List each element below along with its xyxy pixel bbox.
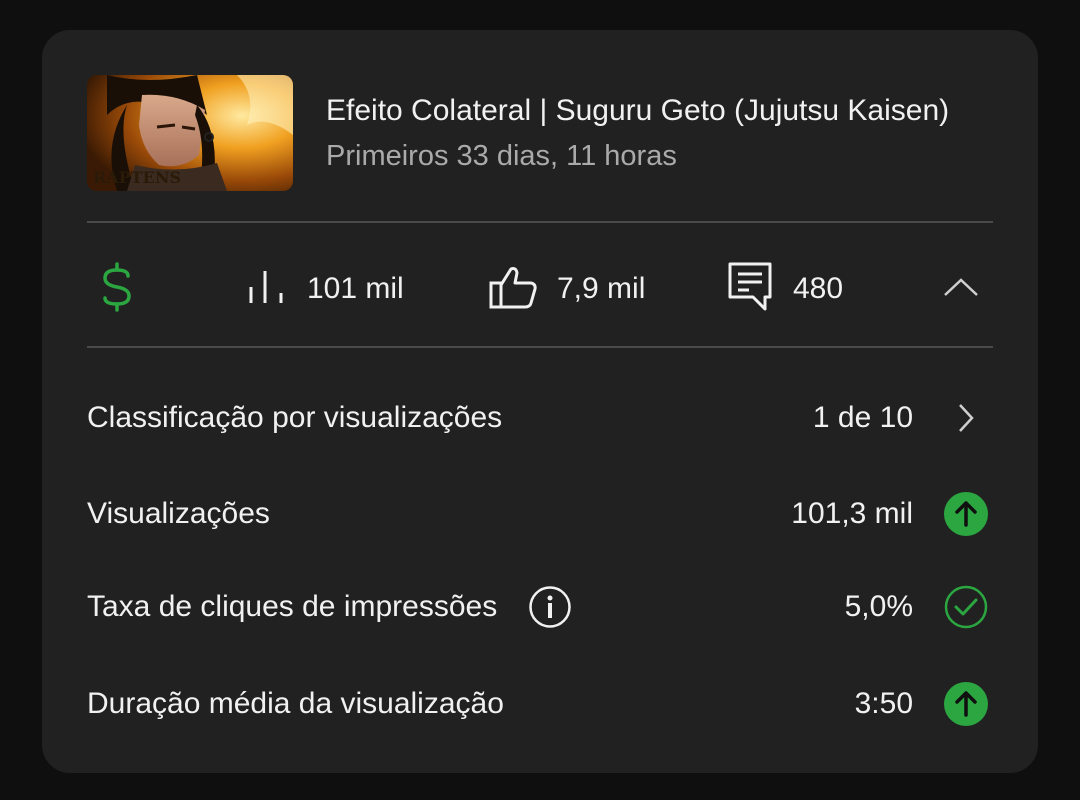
video-header[interactable]: RAPTENS Efeito Colateral | Suguru Geto (…: [87, 75, 993, 191]
metric-row-ranking[interactable]: Classificação por visualizações 1 de 10: [87, 388, 993, 448]
video-title-block: Efeito Colateral | Suguru Geto (Jujutsu …: [326, 91, 986, 175]
bar-chart-icon: [247, 267, 287, 312]
comments-stat[interactable]: 480: [727, 224, 843, 354]
likes-stat[interactable]: 7,9 mil: [489, 224, 645, 354]
divider-bottom: [87, 346, 993, 348]
check-circle-icon: [943, 584, 989, 630]
metric-label-with-info: Taxa de cliques de impressões: [87, 584, 573, 630]
thumbs-up-icon: [489, 265, 537, 314]
metric-label: Classificação por visualizações: [87, 401, 503, 434]
monetization-stat[interactable]: [99, 224, 135, 354]
video-thumbnail[interactable]: RAPTENS: [87, 75, 293, 191]
info-icon[interactable]: [527, 584, 573, 630]
metric-label: Taxa de cliques de impressões: [87, 590, 498, 623]
metric-value: 3:50: [854, 687, 913, 720]
views-stat[interactable]: 101 mil: [247, 224, 404, 354]
likes-count: 7,9 mil: [557, 272, 646, 305]
views-count: 101 mil: [307, 272, 404, 305]
thumbnail-logo-text: RAPTENS: [93, 168, 181, 187]
divider-top: [87, 221, 993, 223]
comments-count: 480: [793, 272, 844, 305]
metric-value: 1 de 10: [812, 401, 913, 434]
arrow-up-circle-icon: [943, 491, 989, 537]
collapse-button[interactable]: [941, 269, 981, 309]
metric-row-views[interactable]: Visualizações 101,3 mil: [87, 484, 993, 544]
video-analytics-card: RAPTENS Efeito Colateral | Suguru Geto (…: [42, 30, 1038, 773]
chevron-up-icon: [943, 277, 979, 302]
video-title[interactable]: Efeito Colateral | Suguru Geto (Jujutsu …: [326, 91, 986, 131]
dollar-icon: [99, 261, 135, 317]
video-subtitle: Primeiros 33 dias, 11 horas: [326, 140, 677, 172]
metric-label: Visualizações: [87, 497, 270, 530]
metric-value: 5,0%: [844, 590, 913, 623]
metric-row-avg-duration[interactable]: Duração média da visualização 3:50: [87, 674, 993, 734]
metric-row-ctr[interactable]: Taxa de cliques de impressões 5,0%: [87, 577, 993, 637]
comment-icon: [727, 261, 773, 318]
metric-label: Duração média da visualização: [87, 687, 504, 720]
chevron-right-icon[interactable]: [943, 395, 989, 441]
stats-row[interactable]: 101 mil 7,9 mil 480: [87, 224, 993, 354]
metric-value: 101,3 mil: [791, 497, 913, 530]
arrow-up-circle-icon: [943, 681, 989, 727]
